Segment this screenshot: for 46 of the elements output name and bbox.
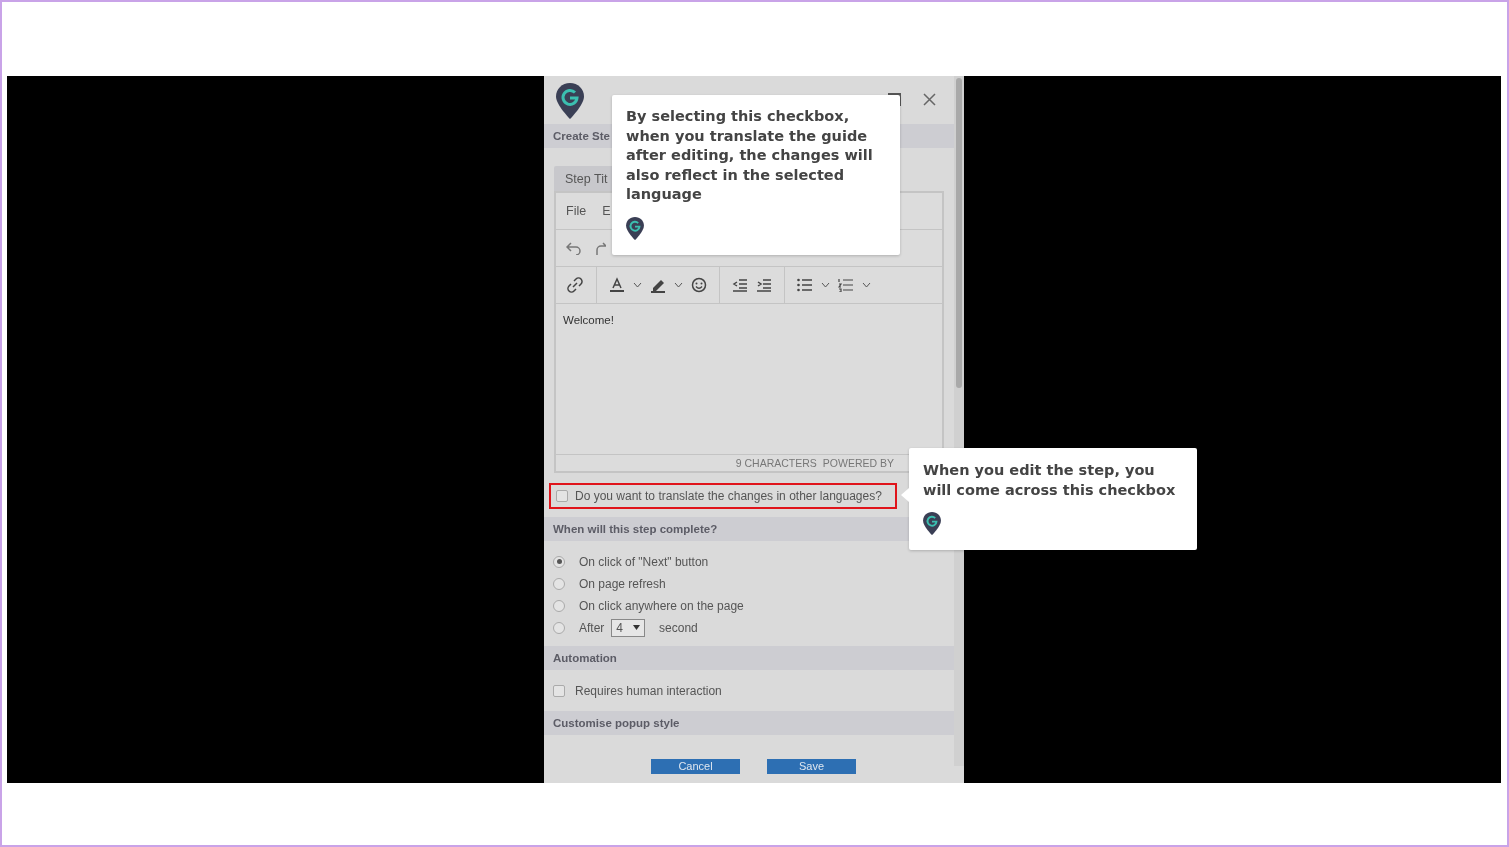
seconds-dropdown[interactable]: 4 [611,618,646,637]
menu-item[interactable]: File [566,204,587,218]
section-title: Automation [553,652,617,664]
undo-icon[interactable] [566,241,582,255]
map-pin-logo-icon [556,83,584,119]
menu-item[interactable]: E [602,204,611,218]
checkbox-label: Requires human interaction [575,684,722,698]
indent-icon[interactable] [756,278,772,292]
caret-icon[interactable] [862,282,871,288]
radio-button[interactable] [553,599,565,612]
radio-button[interactable] [553,577,565,590]
radio-label: After [579,620,605,635]
radio-button[interactable] [553,621,565,634]
text-color-icon[interactable] [609,277,625,293]
checkbox[interactable] [556,490,568,502]
bullet-list-icon[interactable] [797,278,813,292]
numbered-list-icon[interactable] [838,278,854,292]
radio-button[interactable] [553,555,565,568]
caret-icon[interactable] [633,282,642,288]
caret-icon[interactable] [821,282,830,288]
outdent-icon[interactable] [732,278,748,292]
map-pin-logo-icon [626,216,644,240]
dropdown-arrow-icon [633,625,641,630]
map-pin-logo-icon [923,512,941,535]
redo-icon[interactable] [596,241,606,255]
tooltip-text: By selecting this checkbox, when you translate the guide after editing, the changes will also reflect in the selected language [626,107,874,204]
editor-status-text: 9 CHARACTERS [735,457,817,469]
dialog-button[interactable]: Cancel [651,759,740,774]
dialog-button[interactable]: Save [767,759,856,774]
editor-text: Welcome! [563,314,614,326]
section-title: When will this step complete? [553,523,718,535]
link-icon[interactable] [566,276,584,294]
section-title: Customise popup style [553,717,680,729]
editor-status-text: POWERED BY [822,457,894,469]
tooltip-text: When you edit the step, you will come across this checkbox [923,461,1177,500]
radio-label: On click anywhere on the page [579,598,744,613]
unit-label: second [659,620,698,635]
close-icon[interactable] [923,93,936,106]
checkbox-label: Do you want to translate the changes in other languages? [575,489,882,503]
highlighter-icon[interactable] [650,277,666,293]
section-title: Create Ste [553,130,610,142]
checkbox[interactable] [553,685,565,697]
caret-icon[interactable] [674,282,683,288]
radio-label: On page refresh [579,576,666,591]
emoji-icon[interactable] [691,277,707,293]
radio-label: On click of "Next" button [579,554,709,569]
